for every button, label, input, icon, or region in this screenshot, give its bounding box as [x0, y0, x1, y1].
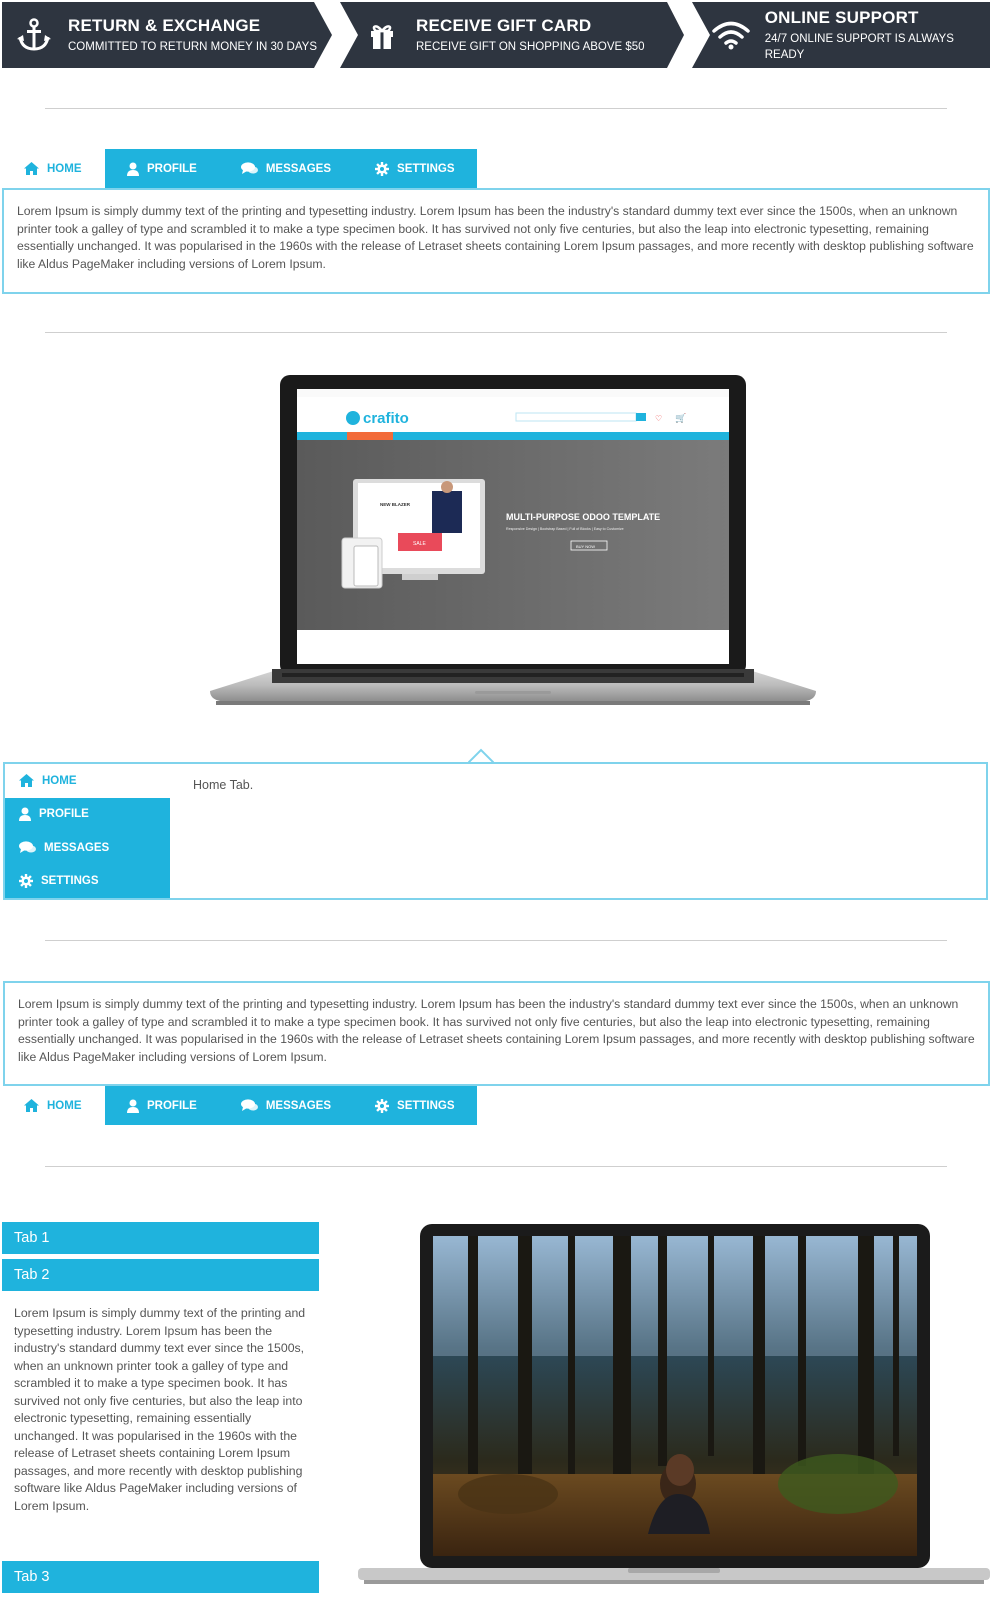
tab-content: Home Tab.	[193, 778, 254, 792]
accordion-content: Lorem Ipsum is simply dummy text of the …	[14, 1306, 306, 1513]
svg-text:🛒: 🛒	[675, 412, 686, 423]
crafito-logo: crafito	[363, 410, 409, 427]
hero-title: MULTI-PURPOSE ODOO TEMPLATE	[506, 512, 660, 522]
tab-profile[interactable]: PROFILE	[5, 798, 170, 832]
tab-settings[interactable]: SETTINGS	[353, 149, 477, 188]
tab-panel-top: Lorem Ipsum is simply dummy text of the …	[2, 188, 990, 294]
user-icon	[127, 162, 139, 176]
tab-label: SETTINGS	[397, 162, 455, 175]
hero-button: BUY NOW	[576, 544, 595, 549]
tab-home[interactable]: HOME	[2, 1086, 105, 1125]
tab-messages[interactable]: MESSAGES	[219, 149, 353, 188]
tab-home[interactable]: HOME	[5, 764, 170, 798]
tabs-vertical: HOME PROFILE MESSAGES SETTINGS Home Tab.	[3, 762, 988, 900]
tab-messages[interactable]: MESSAGES	[5, 831, 170, 865]
banner-title: ONLINE SUPPORT	[764, 7, 919, 27]
tab-label: MESSAGES	[265, 162, 332, 175]
home-icon	[24, 162, 39, 175]
tab-messages[interactable]: MESSAGES	[219, 1086, 353, 1125]
banner-item-gift: RECEIVE GIFT CARD RECEIVE GIFT ON SHOPPI…	[360, 2, 645, 68]
sale-label: SALE	[413, 541, 426, 547]
comments-icon	[240, 1099, 258, 1111]
banner-subtitle: COMMITTED TO RETURN MONEY IN 30 DAYS	[68, 40, 317, 53]
home-icon	[19, 774, 34, 788]
tab-panel-bottom: Lorem Ipsum is simply dummy text of the …	[3, 981, 990, 1086]
tab-label: HOME	[47, 1099, 82, 1112]
tab-content: Lorem Ipsum is simply dummy text of the …	[18, 997, 975, 1064]
banner-item-support: ONLINE SUPPORT 24/7 ONLINE SUPPORT IS AL…	[710, 2, 990, 68]
tab-label: HOME	[47, 162, 82, 175]
banner-item-return: RETURN & EXCHANGE COMMITTED TO RETURN MO…	[12, 2, 317, 68]
accordion-tab-1[interactable]: Tab 1	[2, 1222, 319, 1254]
divider	[45, 108, 947, 109]
accordion-label: Tab 2	[14, 1267, 50, 1283]
divider	[45, 332, 947, 333]
tab-label: HOME	[42, 774, 77, 787]
hero-subtitle: Responsive Design | Bootstrap Based | Fu…	[506, 527, 624, 531]
wifi-icon	[710, 13, 753, 57]
laptop-mockup: crafito ♡ 🛒 SALE NEW BLAZER MULTI-PURPOS…	[210, 373, 816, 717]
product-label: NEW BLAZER	[380, 502, 411, 507]
divider	[45, 1166, 947, 1167]
vertical-tab-list: HOME PROFILE MESSAGES SETTINGS	[5, 764, 170, 898]
tab-profile[interactable]: PROFILE	[105, 149, 219, 188]
tab-label: PROFILE	[147, 162, 197, 175]
tab-label: MESSAGES	[44, 841, 110, 854]
laptop-photo-mockup	[358, 1224, 990, 1586]
tab-profile[interactable]: PROFILE	[105, 1086, 219, 1125]
gear-icon	[19, 874, 33, 889]
banner-subtitle: 24/7 ONLINE SUPPORT IS ALWAYS READY	[764, 32, 954, 61]
accordion-label: Tab 3	[14, 1569, 50, 1585]
banner-subtitle: RECEIVE GIFT ON SHOPPING ABOVE $50	[416, 40, 645, 53]
tab-settings[interactable]: SETTINGS	[353, 1086, 477, 1125]
home-icon	[24, 1099, 39, 1112]
tab-label: SETTINGS	[41, 875, 99, 888]
comments-icon	[240, 162, 258, 174]
tabs-bottom: HOME PROFILE MESSAGES SETTINGS	[2, 1086, 477, 1125]
comments-icon	[19, 841, 36, 854]
gift-icon	[360, 13, 404, 57]
svg-text:♡: ♡	[655, 414, 662, 423]
gear-icon	[375, 1098, 390, 1113]
laptop-image	[358, 1224, 990, 1584]
tab-label: SETTINGS	[397, 1099, 455, 1112]
gear-icon	[375, 161, 390, 176]
tab-label: MESSAGES	[265, 1099, 332, 1112]
tab-label: PROFILE	[39, 808, 89, 821]
divider	[45, 940, 947, 941]
accordion-tab-2[interactable]: Tab 2	[2, 1259, 319, 1291]
tab-settings[interactable]: SETTINGS	[5, 865, 170, 899]
feature-banner: RETURN & EXCHANGE COMMITTED TO RETURN MO…	[2, 2, 990, 68]
banner-title: RECEIVE GIFT CARD	[416, 15, 592, 35]
user-icon	[19, 807, 31, 822]
tab-content: Lorem Ipsum is simply dummy text of the …	[17, 204, 974, 271]
banner-title: RETURN & EXCHANGE	[68, 15, 261, 35]
tabs-top: HOME PROFILE MESSAGES SETTINGS	[2, 149, 477, 188]
tab-label: PROFILE	[147, 1099, 197, 1112]
laptop-image: crafito ♡ 🛒 SALE NEW BLAZER MULTI-PURPOS…	[210, 375, 816, 705]
accordion-tab-3[interactable]: Tab 3	[2, 1561, 319, 1593]
accordion-label: Tab 1	[14, 1230, 50, 1246]
user-icon	[127, 1099, 139, 1113]
anchor-icon	[12, 13, 56, 57]
tab-home[interactable]: HOME	[2, 149, 105, 188]
